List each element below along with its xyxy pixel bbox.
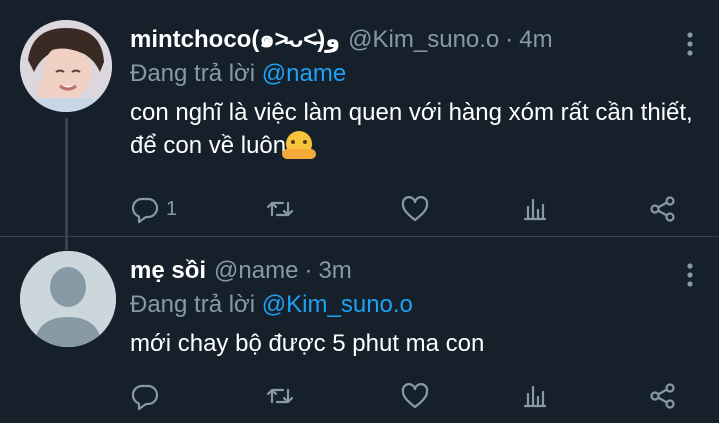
tweet-text-content: mới chay bộ được 5 phut ma con xyxy=(130,330,485,357)
stats-icon xyxy=(523,385,547,408)
more-options-icon[interactable] xyxy=(680,261,700,289)
reply-icon xyxy=(131,384,159,411)
display-name[interactable]: mintchoco(๑˃̵ᴗ˂̵)و xyxy=(130,24,340,56)
replying-to-label: Đang trả lời xyxy=(130,291,256,318)
share-button[interactable] xyxy=(648,194,688,224)
retweet-button[interactable] xyxy=(265,381,400,411)
like-button[interactable] xyxy=(400,381,520,411)
analytics-button[interactable] xyxy=(520,381,648,411)
reply-icon xyxy=(131,197,159,224)
tweet[interactable]: mintchoco(๑˃̵ᴗ˂̵)و @Kim_suno.o · 4m Đang… xyxy=(130,24,700,224)
tweet-divider xyxy=(0,236,719,237)
like-button[interactable] xyxy=(400,194,520,224)
tweet-text: mới chay bộ được 5 phut ma con xyxy=(130,327,700,360)
user-handle[interactable]: @Kim_suno.o xyxy=(348,24,499,56)
tweet-text-content: con nghĩ là việc làm quen với hàng xóm r… xyxy=(130,99,693,159)
share-button[interactable] xyxy=(648,381,688,411)
retweet-icon xyxy=(266,388,294,404)
reply-button[interactable]: 1 xyxy=(130,194,265,224)
like-icon xyxy=(401,383,429,409)
reply-button[interactable] xyxy=(130,381,265,411)
tweet-header: mintchoco(๑˃̵ᴗ˂̵)و @Kim_suno.o · 4m xyxy=(130,24,700,56)
tweet-text: con nghĩ là việc làm quen với hàng xóm r… xyxy=(130,96,700,162)
tweet-header: mẹ sồi @name · 3m xyxy=(130,255,700,287)
avatar[interactable] xyxy=(20,20,112,112)
separator-dot: · xyxy=(304,257,313,284)
share-icon xyxy=(650,196,675,222)
more-options-icon[interactable] xyxy=(680,30,700,58)
display-name[interactable]: mẹ sồi xyxy=(130,255,206,287)
avatar[interactable] xyxy=(20,251,116,347)
reply-count: 1 xyxy=(166,197,178,220)
retweet-icon xyxy=(266,201,294,217)
mention-link[interactable]: @Kim_suno.o xyxy=(262,291,413,318)
default-avatar-icon xyxy=(20,251,116,347)
timestamp[interactable]: 4m xyxy=(519,24,552,56)
user-handle[interactable]: @name xyxy=(214,255,298,287)
tweet[interactable]: mẹ sồi @name · 3m Đang trả lời @Kim_suno… xyxy=(130,255,700,411)
stats-icon xyxy=(523,198,547,221)
thread-connector-line xyxy=(65,118,68,250)
analytics-button[interactable] xyxy=(520,194,648,224)
retweet-button[interactable] xyxy=(265,194,400,224)
replying-to: Đang trả lời @Kim_suno.o xyxy=(130,289,700,321)
share-icon xyxy=(650,383,675,409)
hugging-face-emoji-icon xyxy=(282,131,317,159)
separator-dot: · xyxy=(505,26,514,53)
mention-link[interactable]: @name xyxy=(262,60,346,87)
replying-to: Đang trả lời @name xyxy=(130,58,700,90)
replying-to-label: Đang trả lời xyxy=(130,60,256,87)
tweet-actions: 1 xyxy=(130,194,690,224)
tweet-actions xyxy=(130,381,690,411)
like-icon xyxy=(401,196,429,222)
timestamp[interactable]: 3m xyxy=(318,255,351,287)
avatar-photo xyxy=(20,20,112,112)
